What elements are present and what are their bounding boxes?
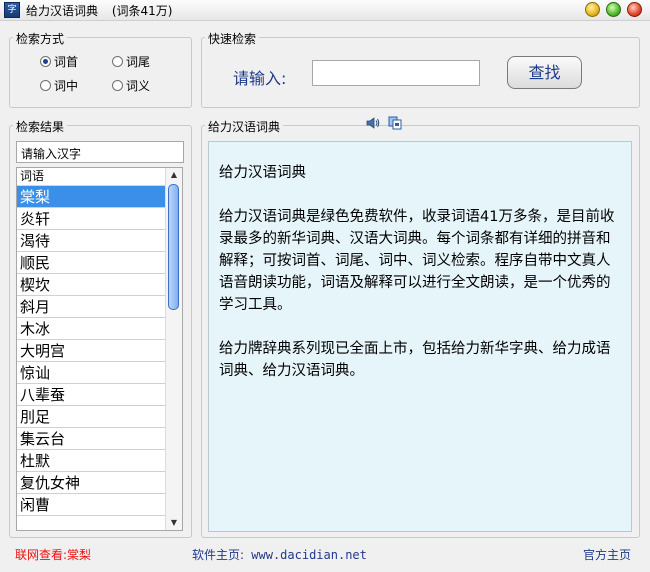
maximize-button[interactable]	[606, 2, 621, 17]
radio-dot[interactable]	[40, 80, 51, 91]
list-item[interactable]: 杜默	[17, 450, 165, 472]
close-button[interactable]	[627, 2, 642, 17]
window-title: 给力汉语词典 (词条41万)	[26, 2, 172, 19]
definition-heading: 给力汉语词典	[219, 165, 306, 181]
list-item[interactable]: 刖足	[17, 406, 165, 428]
homepage-info: 软件主页: www.dacidian.net	[192, 546, 367, 563]
homepage-url-link[interactable]: www.dacidian.net	[251, 548, 367, 562]
filter-input[interactable]: 请输入汉字	[16, 141, 184, 163]
search-mode-legend: 检索方式	[13, 30, 68, 47]
list-item[interactable]: 渴待	[17, 230, 165, 252]
list-item[interactable]: 大明宫	[17, 340, 165, 362]
window-title-text: 给力汉语词典	[26, 4, 99, 18]
scroll-down-icon[interactable]: ▼	[166, 516, 182, 530]
radio-dot[interactable]	[112, 56, 123, 67]
list-item[interactable]: 木冰	[17, 318, 165, 340]
official-homepage-link[interactable]: 官方主页	[583, 546, 631, 563]
quick-search-label: 请输入:	[233, 69, 287, 88]
list-item[interactable]: 八辈蚕	[17, 384, 165, 406]
definition-paragraph-2: 给力牌辞典系列现已全面上市，包括给力新华字典、给力成语词典、给力汉语词典。	[219, 341, 611, 379]
search-mode-group	[9, 37, 192, 108]
entry-count: (词条41万)	[111, 4, 173, 18]
list-item[interactable]: 棠梨	[17, 186, 165, 208]
list-item[interactable]: 斜月	[17, 296, 165, 318]
find-button[interactable]: 查找	[507, 56, 582, 89]
radio-word-middle[interactable]: 词中	[40, 77, 78, 94]
app-icon: 字	[4, 2, 20, 18]
dictionary-legend: 给力汉语词典	[205, 118, 284, 135]
list-item[interactable]: 集云台	[17, 428, 165, 450]
list-item[interactable]: 复仇女神	[17, 472, 165, 494]
scroll-up-icon[interactable]: ▲	[166, 168, 182, 182]
definition-paragraph-1: 给力汉语词典是绿色免费软件，收录词语41万多条，是目前收录最多的新华词典、汉语大…	[219, 209, 615, 313]
speaker-icon[interactable]	[366, 116, 380, 130]
minimize-button[interactable]	[585, 2, 600, 17]
quick-search-input[interactable]	[312, 60, 480, 86]
radio-label: 词义	[126, 79, 151, 93]
list-item[interactable]: 惊讪	[17, 362, 165, 384]
radio-label: 词中	[54, 79, 79, 93]
radio-word-end[interactable]: 词尾	[112, 53, 150, 70]
radio-word-meaning[interactable]: 词义	[112, 77, 150, 94]
radio-word-start[interactable]: 词首	[40, 53, 78, 70]
copy-icon[interactable]	[388, 116, 402, 130]
title-bar[interactable]: 字 给力汉语词典 (词条41万)	[0, 0, 650, 21]
radio-dot-selected[interactable]	[40, 56, 51, 67]
main-window: 字 给力汉语词典 (词条41万) 检索方式 词首 词尾 词中 词义 快速检索 请…	[0, 0, 650, 572]
list-item[interactable]: 顺民	[17, 252, 165, 274]
list-column-header: 词语	[17, 168, 182, 186]
vertical-scrollbar[interactable]: ▲ ▼	[165, 168, 182, 530]
quick-search-legend: 快速检索	[205, 30, 260, 47]
radio-label: 词尾	[126, 55, 151, 69]
results-list[interactable]: 词语 棠梨 炎轩 渴待 顺民 楔坎 斜月 木冰 大明宫 惊讪 八辈蚕 刖足 集云…	[16, 167, 183, 531]
definition-panel[interactable]: 给力汉语词典 给力汉语词典是绿色免费软件，收录词语41万多条，是目前收录最多的新…	[208, 141, 632, 532]
list-item[interactable]: 楔坎	[17, 274, 165, 296]
list-item[interactable]: 炎轩	[17, 208, 165, 230]
radio-label: 词首	[54, 55, 79, 69]
results-legend: 检索结果	[13, 118, 68, 135]
list-item[interactable]: 闲曹	[17, 494, 165, 516]
homepage-label: 软件主页:	[192, 548, 245, 562]
online-lookup-link[interactable]: 联网查看:棠梨	[15, 546, 91, 563]
scroll-thumb[interactable]	[168, 184, 179, 310]
radio-dot[interactable]	[112, 80, 123, 91]
